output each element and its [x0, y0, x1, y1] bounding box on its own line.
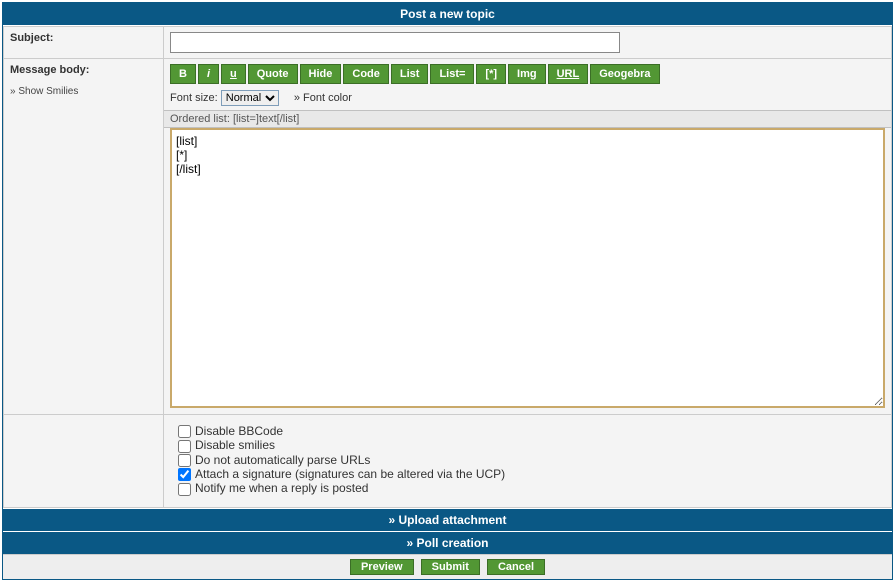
bb-geogebra-button[interactable]: Geogebra: [590, 64, 659, 84]
bb-star-button[interactable]: [*]: [476, 64, 506, 84]
bb-bold-button[interactable]: B: [170, 64, 196, 84]
bbcode-toolbar: B i u Quote Hide Code List List= [*] Img…: [170, 64, 885, 84]
option-4[interactable]: Notify me when a reply is posted: [178, 481, 877, 495]
submit-button[interactable]: Submit: [421, 559, 480, 575]
bb-liste-button[interactable]: List=: [430, 64, 474, 84]
option-2[interactable]: Do not automatically parse URLs: [178, 453, 877, 467]
options-label-cell: [4, 415, 164, 508]
option-3[interactable]: Attach a signature (signatures can be al…: [178, 467, 877, 481]
bbcode-tip: Ordered list: [list=]text[/list]: [164, 110, 891, 128]
option-checkbox-0[interactable]: [178, 425, 191, 438]
submit-row: Preview Submit Cancel: [3, 554, 892, 579]
subject-cell: [164, 27, 892, 59]
upload-attachment-bar[interactable]: Upload attachment: [3, 508, 892, 531]
bb-code-button[interactable]: Code: [343, 64, 389, 84]
bb-list-button[interactable]: List: [391, 64, 429, 84]
poll-creation-bar[interactable]: Poll creation: [3, 531, 892, 554]
cancel-button[interactable]: Cancel: [487, 559, 545, 575]
body-cell: B i u Quote Hide Code List List= [*] Img…: [164, 59, 892, 415]
subject-input[interactable]: [170, 32, 620, 53]
option-checkbox-2[interactable]: [178, 454, 191, 467]
options-cell: Disable BBCodeDisable smiliesDo not auto…: [164, 415, 892, 508]
preview-button[interactable]: Preview: [350, 559, 414, 575]
bb-hide-button[interactable]: Hide: [300, 64, 342, 84]
font-size-label: Font size:: [170, 92, 218, 104]
show-smilies-link[interactable]: Show Smilies: [10, 86, 157, 97]
bb-url-button[interactable]: URL: [548, 64, 589, 84]
message-textarea[interactable]: [170, 128, 885, 408]
body-label-cell: Message body: Show Smilies: [4, 59, 164, 415]
option-checkbox-1[interactable]: [178, 440, 191, 453]
option-checkbox-4[interactable]: [178, 483, 191, 496]
option-0[interactable]: Disable BBCode: [178, 424, 877, 438]
option-checkbox-3[interactable]: [178, 468, 191, 481]
body-label: Message body:: [10, 64, 89, 76]
bb-quote-button[interactable]: Quote: [248, 64, 298, 84]
bb-img-button[interactable]: Img: [508, 64, 546, 84]
panel-title: Post a new topic: [3, 3, 892, 26]
bb-underline-button[interactable]: u: [221, 64, 246, 84]
subject-label: Subject:: [4, 27, 164, 59]
font-size-select[interactable]: Normal: [221, 90, 279, 106]
bb-italic-button[interactable]: i: [198, 64, 219, 84]
font-row: Font size: Normal Font color: [170, 90, 885, 106]
option-1[interactable]: Disable smilies: [178, 438, 877, 452]
font-color-link[interactable]: Font color: [294, 92, 352, 104]
